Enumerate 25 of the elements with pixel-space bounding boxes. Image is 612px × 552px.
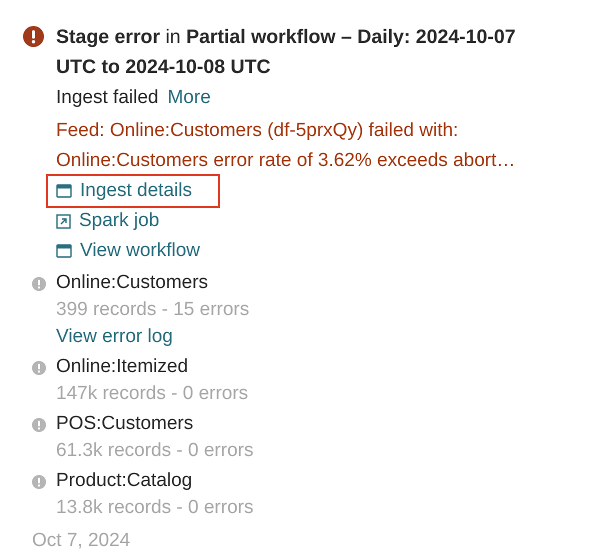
info-icon bbox=[32, 277, 46, 291]
error-log-link[interactable]: View error log bbox=[56, 323, 250, 350]
link[interactable]: Spark job bbox=[48, 206, 186, 236]
window-icon bbox=[56, 184, 72, 198]
info-icon bbox=[32, 418, 46, 432]
feed-stats: 399 records - 15 errors bbox=[56, 298, 250, 322]
info-icon bbox=[32, 475, 46, 489]
feed-name: POS:Customers bbox=[56, 412, 194, 436]
feed-stats: 61.3k records - 0 errors bbox=[56, 439, 254, 463]
feed-name: Online:Customers bbox=[56, 271, 210, 295]
external-link-icon bbox=[56, 214, 71, 228]
summary-text: Ingest failed bbox=[56, 86, 158, 110]
alert-title: Stage error in Partial workflow – Daily: 2024-10-07 UTC to 2024-10-08 UTC bbox=[56, 25, 517, 80]
link[interactable]: View workflow bbox=[48, 236, 226, 266]
more-link[interactable]: More bbox=[167, 83, 211, 113]
feed-stats: 13.8k records - 0 errors bbox=[56, 496, 254, 520]
feed-stats: 147k records - 0 errors bbox=[56, 382, 248, 406]
date-text: Oct 7, 2024 bbox=[32, 529, 132, 552]
error-message: Feed: Online:Customers (df-5prxQy) failed with: Online:Customers error rate of 3.62% exceeds abort… bbox=[56, 119, 516, 173]
feed-name: Product:Catalog bbox=[56, 469, 194, 493]
feed-name: Online:Itemized bbox=[56, 355, 190, 379]
error-icon bbox=[23, 26, 44, 47]
link[interactable]: Ingest details bbox=[48, 176, 218, 206]
window-icon bbox=[56, 244, 72, 258]
info-icon bbox=[32, 361, 46, 375]
